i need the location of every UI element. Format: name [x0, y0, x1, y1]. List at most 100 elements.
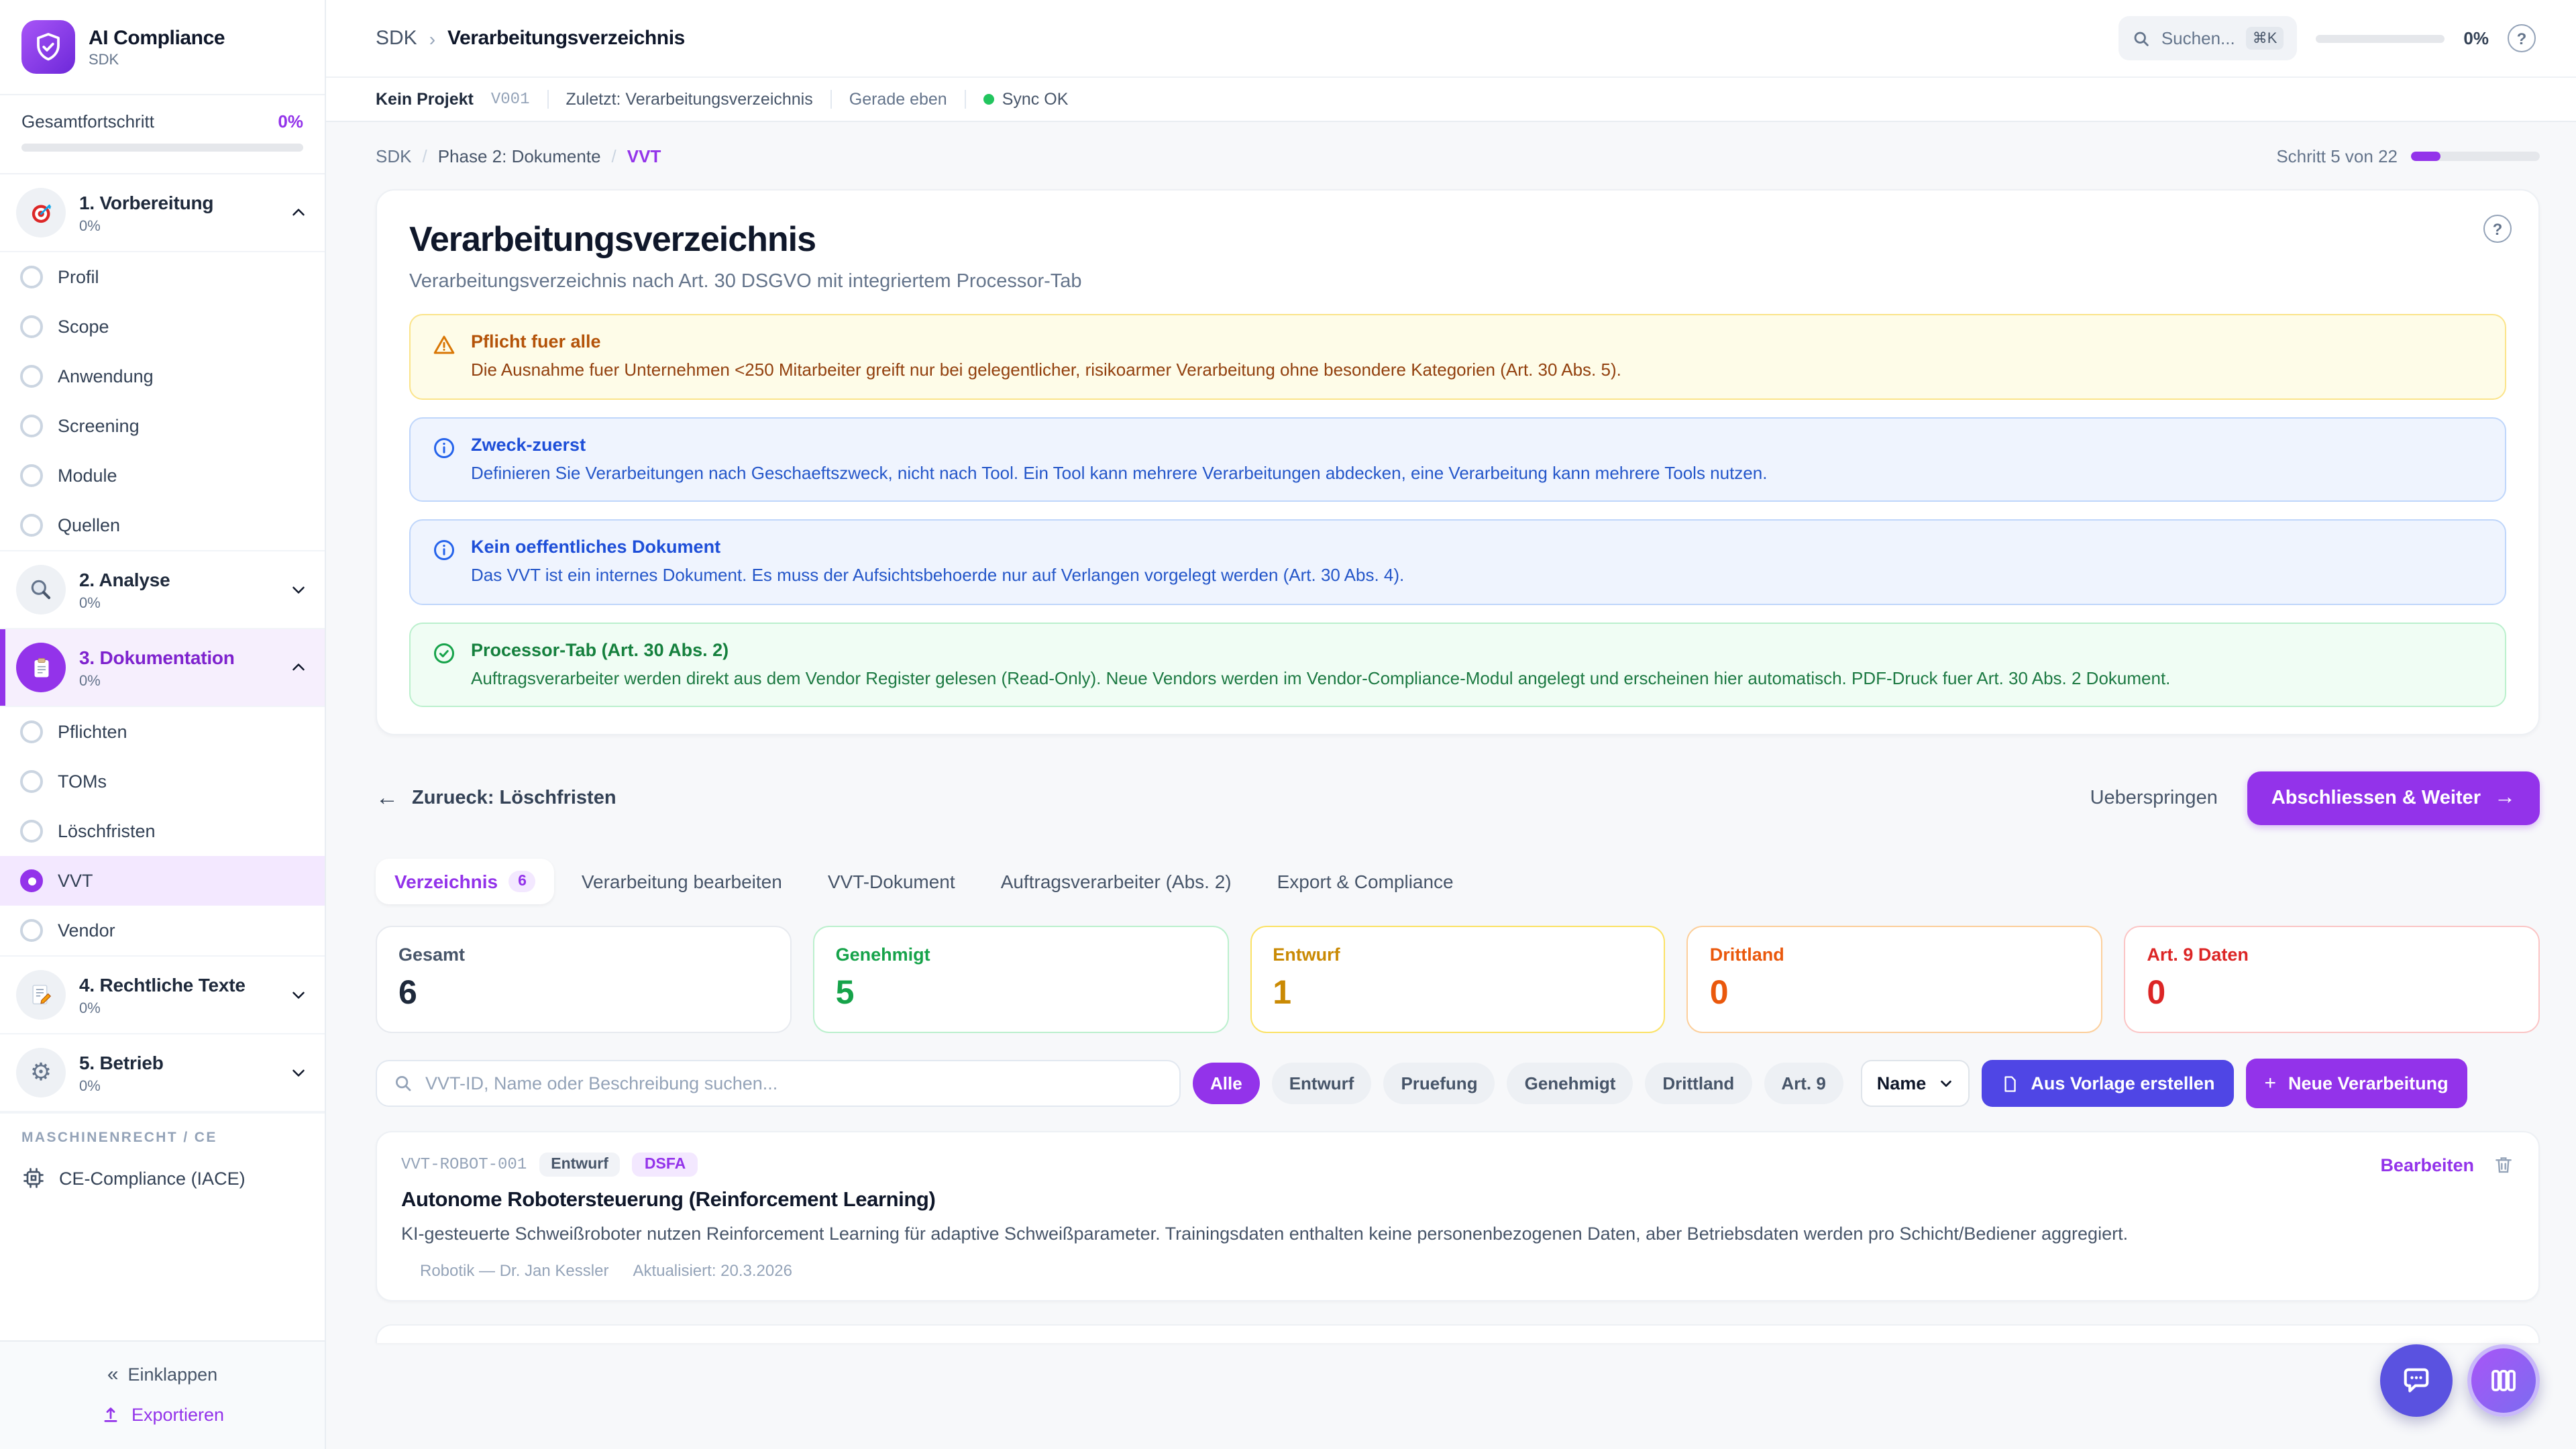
collapse-sidebar-button[interactable]: « Einklappen: [107, 1363, 217, 1386]
phase-breadcrumb: SDK / Phase 2: Dokumente / VVT: [376, 146, 661, 166]
edit-record-button[interactable]: Bearbeiten: [2380, 1155, 2474, 1175]
breadcrumb-root[interactable]: SDK: [376, 27, 417, 50]
sidebar-item-loeschfristen[interactable]: Löschfristen: [0, 806, 325, 856]
radio-icon: [20, 720, 43, 743]
section-label: 2. Analyse: [79, 568, 170, 590]
sidebar-section-analyse[interactable]: 2. Analyse 0%: [0, 551, 325, 629]
sidebar-section-betrieb[interactable]: ⚙ 5. Betrieb 0%: [0, 1034, 325, 1112]
chat-fab-button[interactable]: [2380, 1344, 2453, 1417]
sidebar-item-screening[interactable]: Screening: [0, 401, 325, 451]
filter-chip-alle[interactable]: Alle: [1193, 1063, 1260, 1104]
sort-select[interactable]: Name: [1861, 1060, 1970, 1107]
back-button[interactable]: ← Zurueck: Löschfristen: [376, 785, 616, 812]
sidebar-item-anwendung[interactable]: Anwendung: [0, 352, 325, 401]
phase-crumb-phase2[interactable]: Phase 2: Dokumente: [438, 146, 601, 166]
sidebar-item-toms[interactable]: TOMs: [0, 757, 325, 806]
brand: AI Compliance SDK: [0, 0, 325, 95]
tab-auftragsverarbeiter[interactable]: Auftragsverarbeiter (Abs. 2): [982, 859, 1250, 904]
stat-card-drittland: Drittland 0: [1687, 926, 2103, 1033]
page-title: Verarbeitungsverzeichnis: [409, 219, 2506, 260]
double-chevron-left-icon: «: [107, 1363, 116, 1386]
board-view-fab-button[interactable]: [2467, 1344, 2540, 1417]
global-search-button[interactable]: Suchen... ⌘K: [2118, 16, 2298, 60]
breadcrumb: SDK › Verarbeitungsverzeichnis: [376, 27, 685, 50]
filter-chip-art9[interactable]: Art. 9: [1764, 1063, 1843, 1104]
chevron-down-icon: [288, 985, 309, 1005]
sidebar-item-pflichten[interactable]: Pflichten: [0, 707, 325, 757]
complete-continue-button[interactable]: Abschliessen & Weiter →: [2247, 771, 2540, 825]
new-processing-button[interactable]: + Neue Verarbeitung: [2245, 1059, 2467, 1108]
sidebar-item-quellen[interactable]: Quellen: [0, 500, 325, 551]
topbar: SDK › Verarbeitungsverzeichnis Suchen...…: [326, 0, 2576, 78]
chevron-up-icon: [288, 657, 309, 678]
tab-verzeichnis[interactable]: Verzeichnis 6: [376, 859, 555, 904]
filter-chip-entwurf[interactable]: Entwurf: [1272, 1063, 1372, 1104]
page-subtitle: Verarbeitungsverzeichnis nach Art. 30 DS…: [409, 271, 2506, 292]
record-description: KI-gesteuerte Schweißroboter nutzen Rein…: [401, 1222, 2514, 1246]
divider: [547, 90, 549, 109]
stats-row: Gesamt 6 Genehmigt 5 Entwurf 1 Drittland…: [376, 926, 2540, 1033]
arrow-left-icon: ←: [376, 785, 398, 812]
filter-chip-pruefung[interactable]: Pruefung: [1383, 1063, 1495, 1104]
intro-card: Verarbeitungsverzeichnis Verarbeitungsve…: [376, 189, 2540, 735]
sidebar-item-profil[interactable]: Profil: [0, 252, 325, 302]
sidebar-item-vendor[interactable]: Vendor: [0, 906, 325, 957]
radio-selected-icon: [20, 869, 43, 892]
create-from-template-button[interactable]: Aus Vorlage erstellen: [1981, 1060, 2233, 1107]
filter-chip-genehmigt[interactable]: Genehmigt: [1507, 1063, 1633, 1104]
sidebar-section-vorbereitung[interactable]: 1. Vorbereitung 0%: [0, 174, 325, 252]
radio-icon: [20, 514, 43, 537]
record-search: [376, 1060, 1181, 1107]
sync-ok-dot-icon: [983, 94, 994, 105]
sidebar-section-rechtliche-texte[interactable]: 4. Rechtliche Texte 0%: [0, 957, 325, 1034]
section-percent: 0%: [79, 673, 275, 689]
gear-icon: ⚙: [16, 1048, 66, 1097]
sidebar-section-dokumentation[interactable]: 3. Dokumentation 0%: [0, 629, 325, 707]
skip-button[interactable]: Ueberspringen: [2090, 788, 2218, 809]
alert-body: Definieren Sie Verarbeitungen nach Gesch…: [471, 461, 1767, 484]
step-progress: Schritt 5 von 22: [2276, 146, 2540, 166]
alert-title: Kein oeffentliches Dokument: [471, 537, 1404, 557]
alerts: Pflicht fuer alle Die Ausnahme fuer Unte…: [409, 314, 2506, 707]
stat-card-entwurf: Entwurf 1: [1250, 926, 1666, 1033]
record-search-input[interactable]: [425, 1073, 1163, 1093]
document-icon: [2000, 1074, 2019, 1093]
search-icon: [2132, 29, 2151, 48]
info-circle-icon: [432, 434, 456, 484]
columns-icon: [2487, 1364, 2520, 1397]
plus-icon: +: [2264, 1072, 2276, 1095]
overall-progress-value: 0%: [278, 111, 303, 131]
radio-icon: [20, 464, 43, 487]
sidebar-item-ce-compliance[interactable]: CE-Compliance (IACE): [21, 1161, 303, 1201]
section-percent: 0%: [79, 1078, 275, 1094]
radio-icon: [20, 919, 43, 942]
help-icon[interactable]: ?: [2483, 215, 2512, 243]
sidebar-item-scope[interactable]: Scope: [0, 302, 325, 352]
filter-chip-drittland[interactable]: Drittland: [1645, 1063, 1752, 1104]
sidebar-item-vvt[interactable]: VVT: [0, 856, 325, 906]
alert-body: Das VVT ist ein internes Dokument. Es mu…: [471, 564, 1404, 587]
trash-icon[interactable]: [2493, 1154, 2514, 1175]
topbar-progress-value: 0%: [2463, 28, 2489, 48]
record-card-partial: [376, 1325, 2540, 1344]
sidebar-item-module[interactable]: Module: [0, 451, 325, 500]
tab-export-compliance[interactable]: Export & Compliance: [1258, 859, 1472, 904]
help-icon[interactable]: ?: [2508, 24, 2536, 52]
section-label: 3. Dokumentation: [79, 646, 235, 667]
radio-icon: [20, 415, 43, 437]
tab-vvt-dokument[interactable]: VVT-Dokument: [809, 859, 974, 904]
topbar-progress-bar: [2316, 34, 2445, 42]
export-button[interactable]: Exportieren: [101, 1405, 224, 1425]
radio-icon: [20, 266, 43, 288]
record-dsfa-badge: DSFA: [633, 1152, 698, 1177]
tab-verarbeitung-bearbeiten[interactable]: Verarbeitung bearbeiten: [563, 859, 801, 904]
chevron-down-icon: [1938, 1076, 1953, 1091]
page-content: SDK / Phase 2: Dokumente / VVT Schritt 5…: [326, 122, 2576, 1449]
stat-card-gesamt: Gesamt 6: [376, 926, 792, 1033]
magnifier-icon: [16, 565, 66, 614]
section-percent: 0%: [79, 1000, 275, 1016]
app-title: AI Compliance: [89, 26, 225, 49]
phase-crumb-sdk[interactable]: SDK: [376, 146, 411, 166]
app-subtitle: SDK: [89, 52, 225, 68]
last-visited-label: Zuletzt: Verarbeitungsverzeichnis: [566, 90, 813, 109]
